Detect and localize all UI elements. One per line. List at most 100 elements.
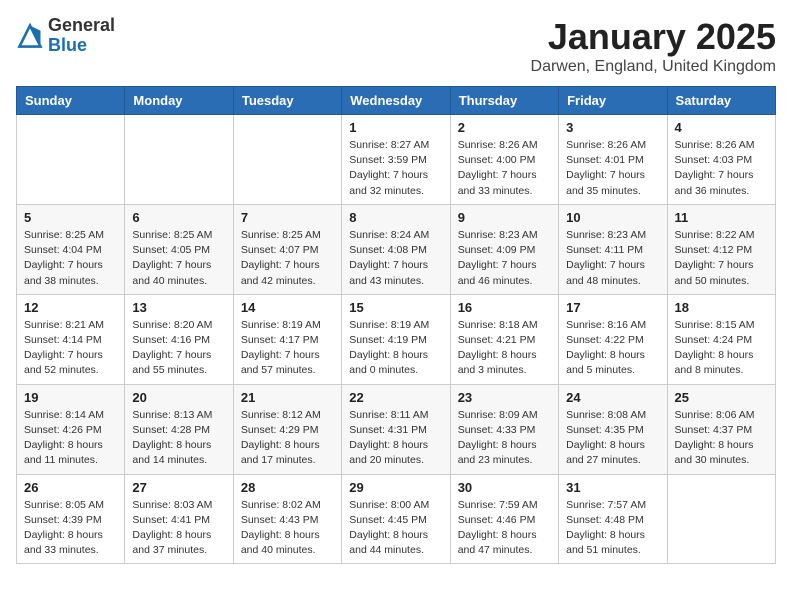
- day-detail: Sunrise: 8:15 AMSunset: 4:24 PMDaylight:…: [675, 318, 768, 379]
- calendar-cell: 17 Sunrise: 8:16 AMSunset: 4:22 PMDaylig…: [559, 294, 667, 384]
- day-detail: Sunrise: 8:00 AMSunset: 4:45 PMDaylight:…: [349, 498, 442, 559]
- calendar-cell: [17, 115, 125, 205]
- day-number: 12: [24, 300, 117, 315]
- day-detail: Sunrise: 8:20 AMSunset: 4:16 PMDaylight:…: [132, 318, 225, 379]
- day-number: 6: [132, 210, 225, 225]
- calendar-cell: 10 Sunrise: 8:23 AMSunset: 4:11 PMDaylig…: [559, 204, 667, 294]
- day-detail: Sunrise: 8:18 AMSunset: 4:21 PMDaylight:…: [458, 318, 551, 379]
- week-row-2: 5 Sunrise: 8:25 AMSunset: 4:04 PMDayligh…: [17, 204, 776, 294]
- calendar-cell: 26 Sunrise: 8:05 AMSunset: 4:39 PMDaylig…: [17, 474, 125, 564]
- week-row-3: 12 Sunrise: 8:21 AMSunset: 4:14 PMDaylig…: [17, 294, 776, 384]
- day-number: 25: [675, 390, 768, 405]
- day-number: 31: [566, 480, 659, 495]
- day-detail: Sunrise: 8:25 AMSunset: 4:04 PMDaylight:…: [24, 228, 117, 289]
- calendar-cell: 4 Sunrise: 8:26 AMSunset: 4:03 PMDayligh…: [667, 115, 775, 205]
- calendar-title: January 2025: [531, 16, 776, 58]
- page-header: General Blue January 2025 Darwen, Englan…: [16, 16, 776, 76]
- header-monday: Monday: [125, 87, 233, 115]
- calendar-cell: 2 Sunrise: 8:26 AMSunset: 4:00 PMDayligh…: [450, 115, 558, 205]
- day-detail: Sunrise: 8:24 AMSunset: 4:08 PMDaylight:…: [349, 228, 442, 289]
- calendar-cell: 23 Sunrise: 8:09 AMSunset: 4:33 PMDaylig…: [450, 384, 558, 474]
- day-detail: Sunrise: 8:03 AMSunset: 4:41 PMDaylight:…: [132, 498, 225, 559]
- day-number: 4: [675, 120, 768, 135]
- day-detail: Sunrise: 8:23 AMSunset: 4:09 PMDaylight:…: [458, 228, 551, 289]
- day-detail: Sunrise: 8:09 AMSunset: 4:33 PMDaylight:…: [458, 408, 551, 469]
- day-detail: Sunrise: 8:16 AMSunset: 4:22 PMDaylight:…: [566, 318, 659, 379]
- header-friday: Friday: [559, 87, 667, 115]
- week-row-4: 19 Sunrise: 8:14 AMSunset: 4:26 PMDaylig…: [17, 384, 776, 474]
- day-number: 23: [458, 390, 551, 405]
- calendar-cell: 3 Sunrise: 8:26 AMSunset: 4:01 PMDayligh…: [559, 115, 667, 205]
- calendar-cell: [233, 115, 341, 205]
- day-number: 16: [458, 300, 551, 315]
- day-detail: Sunrise: 7:59 AMSunset: 4:46 PMDaylight:…: [458, 498, 551, 559]
- calendar-location: Darwen, England, United Kingdom: [531, 58, 776, 76]
- day-number: 10: [566, 210, 659, 225]
- calendar-cell: 27 Sunrise: 8:03 AMSunset: 4:41 PMDaylig…: [125, 474, 233, 564]
- calendar-cell: 14 Sunrise: 8:19 AMSunset: 4:17 PMDaylig…: [233, 294, 341, 384]
- day-detail: Sunrise: 8:25 AMSunset: 4:05 PMDaylight:…: [132, 228, 225, 289]
- calendar-cell: 1 Sunrise: 8:27 AMSunset: 3:59 PMDayligh…: [342, 115, 450, 205]
- calendar-cell: 24 Sunrise: 8:08 AMSunset: 4:35 PMDaylig…: [559, 384, 667, 474]
- day-number: 18: [675, 300, 768, 315]
- day-number: 27: [132, 480, 225, 495]
- day-number: 8: [349, 210, 442, 225]
- header-sunday: Sunday: [17, 87, 125, 115]
- calendar-cell: 30 Sunrise: 7:59 AMSunset: 4:46 PMDaylig…: [450, 474, 558, 564]
- day-number: 3: [566, 120, 659, 135]
- day-detail: Sunrise: 8:26 AMSunset: 4:03 PMDaylight:…: [675, 138, 768, 199]
- day-number: 14: [241, 300, 334, 315]
- day-detail: Sunrise: 8:12 AMSunset: 4:29 PMDaylight:…: [241, 408, 334, 469]
- day-detail: Sunrise: 8:21 AMSunset: 4:14 PMDaylight:…: [24, 318, 117, 379]
- day-detail: Sunrise: 8:02 AMSunset: 4:43 PMDaylight:…: [241, 498, 334, 559]
- calendar-cell: [667, 474, 775, 564]
- calendar-cell: 5 Sunrise: 8:25 AMSunset: 4:04 PMDayligh…: [17, 204, 125, 294]
- calendar-cell: 15 Sunrise: 8:19 AMSunset: 4:19 PMDaylig…: [342, 294, 450, 384]
- day-number: 15: [349, 300, 442, 315]
- day-number: 9: [458, 210, 551, 225]
- day-number: 7: [241, 210, 334, 225]
- day-detail: Sunrise: 8:11 AMSunset: 4:31 PMDaylight:…: [349, 408, 442, 469]
- calendar-cell: 16 Sunrise: 8:18 AMSunset: 4:21 PMDaylig…: [450, 294, 558, 384]
- calendar-cell: 7 Sunrise: 8:25 AMSunset: 4:07 PMDayligh…: [233, 204, 341, 294]
- header-saturday: Saturday: [667, 87, 775, 115]
- calendar-cell: 11 Sunrise: 8:22 AMSunset: 4:12 PMDaylig…: [667, 204, 775, 294]
- logo: General Blue: [16, 16, 115, 56]
- calendar-cell: 13 Sunrise: 8:20 AMSunset: 4:16 PMDaylig…: [125, 294, 233, 384]
- day-detail: Sunrise: 8:14 AMSunset: 4:26 PMDaylight:…: [24, 408, 117, 469]
- day-detail: Sunrise: 8:19 AMSunset: 4:19 PMDaylight:…: [349, 318, 442, 379]
- logo-text: General Blue: [48, 16, 115, 56]
- day-number: 11: [675, 210, 768, 225]
- day-number: 26: [24, 480, 117, 495]
- calendar-cell: [125, 115, 233, 205]
- day-detail: Sunrise: 8:25 AMSunset: 4:07 PMDaylight:…: [241, 228, 334, 289]
- day-detail: Sunrise: 8:08 AMSunset: 4:35 PMDaylight:…: [566, 408, 659, 469]
- header-wednesday: Wednesday: [342, 87, 450, 115]
- weekday-header-row: Sunday Monday Tuesday Wednesday Thursday…: [17, 87, 776, 115]
- calendar-cell: 19 Sunrise: 8:14 AMSunset: 4:26 PMDaylig…: [17, 384, 125, 474]
- day-number: 22: [349, 390, 442, 405]
- day-number: 17: [566, 300, 659, 315]
- title-block: January 2025 Darwen, England, United Kin…: [531, 16, 776, 76]
- calendar-cell: 20 Sunrise: 8:13 AMSunset: 4:28 PMDaylig…: [125, 384, 233, 474]
- day-number: 30: [458, 480, 551, 495]
- week-row-1: 1 Sunrise: 8:27 AMSunset: 3:59 PMDayligh…: [17, 115, 776, 205]
- header-thursday: Thursday: [450, 87, 558, 115]
- calendar-cell: 22 Sunrise: 8:11 AMSunset: 4:31 PMDaylig…: [342, 384, 450, 474]
- calendar-cell: 9 Sunrise: 8:23 AMSunset: 4:09 PMDayligh…: [450, 204, 558, 294]
- day-detail: Sunrise: 8:13 AMSunset: 4:28 PMDaylight:…: [132, 408, 225, 469]
- day-detail: Sunrise: 8:05 AMSunset: 4:39 PMDaylight:…: [24, 498, 117, 559]
- calendar-cell: 31 Sunrise: 7:57 AMSunset: 4:48 PMDaylig…: [559, 474, 667, 564]
- day-number: 21: [241, 390, 334, 405]
- day-number: 29: [349, 480, 442, 495]
- calendar-cell: 12 Sunrise: 8:21 AMSunset: 4:14 PMDaylig…: [17, 294, 125, 384]
- day-detail: Sunrise: 8:27 AMSunset: 3:59 PMDaylight:…: [349, 138, 442, 199]
- day-detail: Sunrise: 8:22 AMSunset: 4:12 PMDaylight:…: [675, 228, 768, 289]
- day-number: 28: [241, 480, 334, 495]
- day-number: 1: [349, 120, 442, 135]
- day-number: 20: [132, 390, 225, 405]
- day-number: 24: [566, 390, 659, 405]
- day-detail: Sunrise: 8:19 AMSunset: 4:17 PMDaylight:…: [241, 318, 334, 379]
- calendar-table: Sunday Monday Tuesday Wednesday Thursday…: [16, 86, 776, 564]
- day-detail: Sunrise: 8:26 AMSunset: 4:01 PMDaylight:…: [566, 138, 659, 199]
